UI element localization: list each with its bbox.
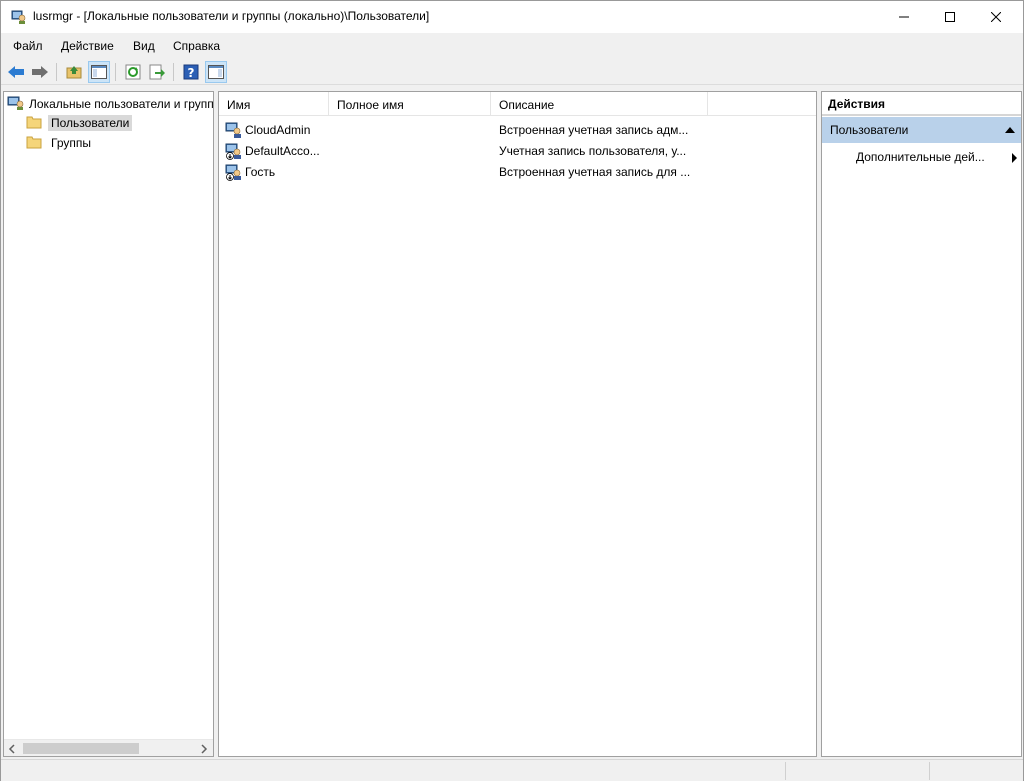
toolbar-separator bbox=[173, 63, 174, 81]
tree-item-label: Группы bbox=[51, 136, 91, 150]
user-name: Гость bbox=[245, 165, 276, 179]
submenu-arrow-icon[interactable] bbox=[1012, 153, 1017, 163]
list-header: Имя Полное имя Описание bbox=[219, 92, 816, 116]
toolbar: ? bbox=[1, 59, 1023, 85]
maximize-button[interactable] bbox=[927, 1, 973, 33]
lusrmgr-window: lusrmgr - [Локальные пользователи и груп… bbox=[0, 0, 1024, 781]
actions-pane: Действия Пользователи Дополнительные дей… bbox=[821, 91, 1022, 757]
scroll-left-icon[interactable] bbox=[8, 743, 18, 754]
window-title: lusrmgr - [Локальные пользователи и груп… bbox=[33, 9, 430, 23]
show-hide-tree-icon[interactable] bbox=[88, 61, 110, 83]
user-icon bbox=[225, 122, 243, 139]
scrollbar-thumb[interactable] bbox=[23, 743, 139, 754]
menu-action[interactable]: Действие bbox=[61, 39, 114, 53]
computer-users-icon bbox=[7, 96, 25, 112]
tree-root-label: Локальные пользователи и группы (локальн… bbox=[29, 97, 213, 111]
show-hide-action-pane-icon[interactable] bbox=[205, 61, 227, 83]
status-separator bbox=[785, 762, 786, 780]
column-header-name[interactable]: Имя bbox=[219, 92, 329, 116]
user-name: CloudAdmin bbox=[245, 123, 311, 137]
scroll-right-icon[interactable] bbox=[200, 743, 210, 754]
toolbar-separator bbox=[56, 63, 57, 81]
refresh-icon[interactable] bbox=[122, 61, 144, 83]
users-app-icon bbox=[11, 9, 27, 25]
actions-section-users[interactable]: Пользователи bbox=[822, 117, 1021, 143]
actions-header: Действия bbox=[822, 92, 1021, 116]
svg-text:?: ? bbox=[188, 66, 195, 80]
user-description: Встроенная учетная запись для ... bbox=[499, 165, 691, 179]
folder-icon bbox=[26, 135, 42, 152]
list-item[interactable]: CloudAdmin Встроенная учетная запись адм… bbox=[219, 120, 816, 141]
user-description: Учетная запись пользователя, у... bbox=[499, 144, 687, 158]
list-item[interactable]: DefaultAcco... Учетная запись пользовате… bbox=[219, 141, 816, 162]
more-actions-item[interactable]: Дополнительные дей... bbox=[856, 150, 1016, 164]
help-icon[interactable]: ? bbox=[180, 61, 202, 83]
export-list-icon[interactable] bbox=[146, 61, 168, 83]
folder-icon bbox=[26, 115, 42, 132]
back-icon[interactable] bbox=[5, 61, 27, 83]
tree-root[interactable]: Локальные пользователи и группы (локальн… bbox=[7, 96, 213, 112]
tree-pane: Локальные пользователи и группы (локальн… bbox=[3, 91, 214, 757]
minimize-button[interactable] bbox=[881, 1, 927, 33]
user-name: DefaultAcco... bbox=[245, 144, 320, 158]
user-description: Встроенная учетная запись адм... bbox=[499, 123, 689, 137]
toolbar-separator bbox=[115, 63, 116, 81]
column-header-full-name[interactable]: Полное имя bbox=[329, 92, 491, 116]
disabled-user-icon bbox=[225, 143, 243, 160]
disabled-user-icon bbox=[225, 164, 243, 181]
title-bar: lusrmgr - [Локальные пользователи и груп… bbox=[1, 1, 1023, 33]
status-bar bbox=[1, 759, 1023, 781]
menu-view[interactable]: Вид bbox=[133, 39, 155, 53]
menu-file[interactable]: Файл bbox=[13, 39, 43, 53]
forward-icon[interactable] bbox=[29, 61, 51, 83]
column-header-description[interactable]: Описание bbox=[491, 92, 708, 116]
horizontal-scrollbar[interactable] bbox=[4, 739, 213, 756]
up-folder-icon[interactable] bbox=[63, 61, 85, 83]
list-item[interactable]: Гость Встроенная учетная запись для ... bbox=[219, 162, 816, 183]
menu-help[interactable]: Справка bbox=[173, 39, 220, 53]
tree-item-users[interactable]: Пользователи bbox=[26, 114, 133, 132]
list-pane: Имя Полное имя Описание CloudAdmin Встро… bbox=[218, 91, 817, 757]
menu-bar: Файл Действие Вид Справка bbox=[1, 36, 1023, 56]
actions-section-label: Пользователи bbox=[830, 123, 909, 137]
status-separator bbox=[929, 762, 930, 780]
close-button[interactable] bbox=[973, 1, 1019, 33]
collapse-icon[interactable] bbox=[1005, 127, 1015, 133]
tree-item-label: Пользователи bbox=[48, 115, 133, 131]
tree-item-groups[interactable]: Группы bbox=[26, 134, 94, 152]
